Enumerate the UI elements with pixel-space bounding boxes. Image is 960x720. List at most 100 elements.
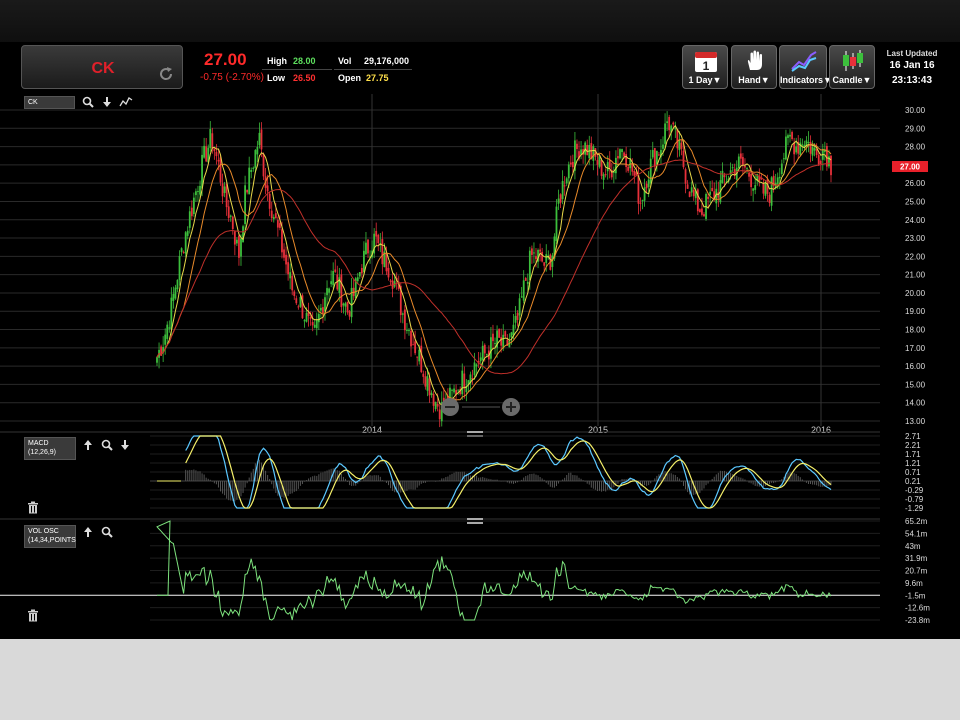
- candle-body: [205, 146, 208, 162]
- candle-body: [711, 187, 714, 192]
- resize-handle[interactable]: [467, 522, 483, 524]
- vol-osc-axis: 65.2m 54.1m 43m 31.9m 20.7m 9.6m -1.5m -12.6m -2…: [905, 517, 930, 625]
- price-tick-label: 13.00: [905, 417, 926, 426]
- candle-body: [535, 256, 537, 260]
- candle-body: [752, 188, 755, 191]
- candle-body: [619, 149, 621, 159]
- candle-body: [330, 281, 333, 285]
- candle-body: [701, 208, 703, 215]
- candle-body: [432, 393, 435, 406]
- candle-body: [651, 150, 654, 158]
- candle-body: [260, 129, 263, 150]
- candle-body: [385, 252, 388, 272]
- candle-body: [389, 280, 392, 282]
- candle-body: [406, 329, 408, 331]
- candle-body: [680, 142, 683, 149]
- candle-body: [360, 267, 363, 274]
- candle-body: [453, 388, 455, 393]
- price-tick-label: 28.00: [905, 143, 926, 152]
- candle-body: [363, 250, 365, 272]
- candle-body: [451, 389, 453, 391]
- candle-body: [690, 187, 693, 193]
- candle-body: [283, 249, 285, 258]
- candle-body: [346, 301, 349, 313]
- candle-body: [545, 254, 548, 263]
- candle-body: [785, 136, 787, 160]
- candle-body: [176, 279, 179, 290]
- candle-body: [672, 122, 675, 125]
- macd-tick-label: 2.21: [905, 441, 921, 450]
- candle-body: [238, 235, 240, 258]
- candle-body: [543, 262, 546, 266]
- candle-body: [401, 313, 404, 315]
- candle-body: [576, 143, 578, 150]
- price-tick-label: 23.00: [905, 234, 926, 243]
- macd-tick-label: 2.71: [905, 432, 921, 441]
- candle-body: [649, 158, 652, 184]
- candle-body: [623, 152, 625, 157]
- macd-tick-label: 1.71: [905, 450, 921, 459]
- candle-body: [229, 215, 232, 217]
- price-tick-label: 16.00: [905, 362, 926, 371]
- candle-body: [418, 349, 421, 362]
- candle-body: [270, 210, 273, 219]
- resize-handle[interactable]: [467, 431, 483, 433]
- candle-body: [762, 183, 765, 194]
- candle-body: [723, 175, 726, 178]
- macd-tick-label: 1.21: [905, 459, 921, 468]
- candle-body: [748, 172, 750, 177]
- candle-body: [731, 167, 734, 169]
- candle-body: [223, 186, 226, 193]
- candle-body: [285, 254, 287, 265]
- candle-body: [211, 133, 214, 149]
- candle-body: [662, 144, 664, 149]
- candle-body: [793, 142, 796, 155]
- candle-body: [365, 242, 367, 255]
- candle-body: [303, 320, 306, 322]
- chart-canvas[interactable]: 30.00 29.00 28.00 27.00 26.00 25.00 24.00 23.00…: [0, 42, 960, 639]
- candle-body: [721, 170, 724, 184]
- candle-body: [252, 167, 255, 169]
- candle-body: [563, 185, 566, 187]
- candle-body: [463, 373, 466, 389]
- candle-body: [682, 150, 685, 168]
- candle-body: [516, 312, 519, 320]
- candle-body: [596, 160, 599, 165]
- resize-handle[interactable]: [467, 518, 483, 520]
- candle-body: [192, 197, 195, 215]
- candle-body: [262, 153, 265, 177]
- moving-averages: [156, 124, 832, 409]
- candle-body: [295, 298, 298, 304]
- candle-body: [742, 157, 744, 165]
- zoom-controls: [441, 398, 520, 416]
- candle-body: [520, 296, 523, 298]
- candle-body: [164, 334, 167, 345]
- minus-icon: [445, 406, 455, 408]
- candle-body: [231, 216, 234, 230]
- candle-body: [344, 303, 347, 307]
- candle-body: [215, 151, 218, 157]
- candle-body: [617, 156, 619, 159]
- vol-osc-tick-label: 43m: [905, 542, 921, 551]
- candle-body: [299, 297, 302, 307]
- candle-body: [266, 185, 269, 192]
- year-label: 2014: [362, 425, 382, 435]
- candle-body: [645, 183, 648, 189]
- candle-body: [410, 330, 412, 347]
- macd-tick-label: -0.79: [905, 495, 924, 504]
- candle-body: [328, 288, 330, 293]
- candle-body: [430, 392, 433, 395]
- candle-body: [688, 191, 691, 197]
- vol-osc-tick-label: 65.2m: [905, 517, 928, 526]
- candle-body: [166, 324, 169, 339]
- candle-body: [377, 234, 380, 244]
- price-tick-label: 30.00: [905, 106, 926, 115]
- moving-average-line: [156, 124, 832, 409]
- candle-body: [219, 157, 222, 183]
- candle-body: [227, 206, 230, 219]
- candle-body: [684, 169, 687, 184]
- candle-body: [494, 343, 496, 345]
- price-tick-label: 22.00: [905, 252, 926, 261]
- candle-body: [438, 409, 441, 420]
- candle-body: [289, 272, 292, 279]
